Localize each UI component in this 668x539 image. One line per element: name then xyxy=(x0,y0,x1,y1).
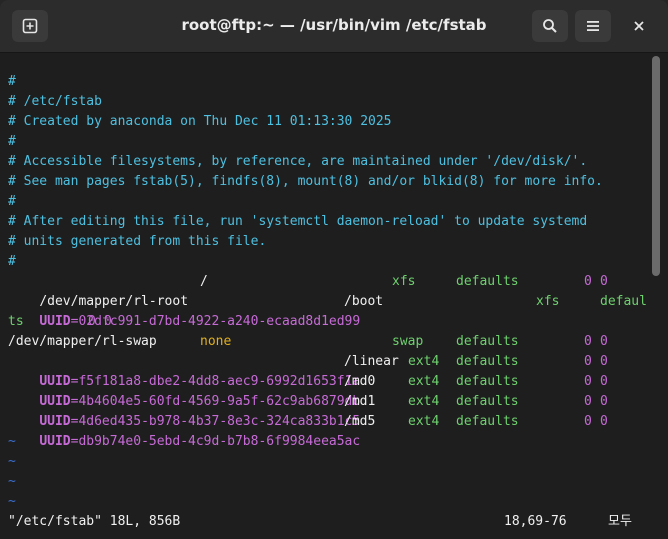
uuid-key: UUID xyxy=(39,314,71,329)
mount-options: defaults xyxy=(456,374,519,389)
dump-field: 0 xyxy=(584,274,592,289)
pass-field: 0 xyxy=(600,334,608,349)
comment-line: # xyxy=(8,74,16,89)
mount-options: defaul xyxy=(600,294,647,309)
mount-options: defaults xyxy=(456,354,519,369)
fstab-entry: UUID=f5f181a8-dbe2-4dd8-aec9-6992d1653f1… xyxy=(8,352,360,389)
mount-options: defaults xyxy=(456,334,519,349)
uuid-value: =02dfc991-d7bd-4922-a240-ecaad8d1ed99 xyxy=(70,314,361,329)
fstab-entry: UUID=02dfc991-d7bd-4922-a240-ecaad8d1ed9… xyxy=(8,292,360,329)
status-scroll-position: 모두 xyxy=(608,514,632,529)
mount-point: /linear xyxy=(344,354,399,369)
titlebar: root@ftp:~ — /usr/bin/vim /etc/fstab xyxy=(0,0,668,53)
comment-line: # Accessible filesystems, by reference, … xyxy=(8,154,588,169)
dump-field: 0 xyxy=(584,394,592,409)
uuid-value: =db9b74e0-5ebd-4c9d-b7b8-6f9984eea5ac xyxy=(70,434,361,449)
dump-field: 0 xyxy=(584,354,592,369)
fs-type: swap xyxy=(392,334,424,349)
fs-type: xfs xyxy=(392,274,416,289)
dump-field: 0 xyxy=(584,414,592,429)
comment-line: # /etc/fstab xyxy=(8,94,102,109)
comment-line: # Created by anaconda on Thu Dec 11 01:1… xyxy=(8,114,392,129)
pass-field: 0 xyxy=(600,414,608,429)
mount-options: defaults xyxy=(456,274,519,289)
fs-type: ext4 xyxy=(408,354,440,369)
pass-field: 0 xyxy=(600,354,608,369)
device-path: /dev/mapper/rl-swap xyxy=(8,334,157,349)
pass-field: 0 xyxy=(600,274,608,289)
comment-line: # xyxy=(8,194,16,209)
hamburger-menu-icon xyxy=(587,21,599,31)
fs-type: ext4 xyxy=(408,414,440,429)
comment-line: # See man pages fstab(5), findfs(8), mou… xyxy=(8,174,603,189)
dump-field: 0 xyxy=(584,334,592,349)
menu-button[interactable] xyxy=(575,10,611,42)
empty-line-marker: ~ xyxy=(8,494,16,509)
comment-line: # units generated from this file. xyxy=(8,234,267,249)
close-icon xyxy=(634,21,644,31)
comment-line: # xyxy=(8,254,16,269)
mount-point: /boot xyxy=(344,294,384,309)
fstab-entry: UUID=4d6ed435-b978-4b37-8e3c-324ca833b1c… xyxy=(8,392,360,429)
empty-line-marker: ~ xyxy=(8,474,16,489)
status-cursor-position: 18,69-76 xyxy=(504,514,567,529)
uuid-key: UUID xyxy=(39,434,71,449)
fstab-entry: /dev/mapper/rl-root xyxy=(8,272,188,309)
status-file-info: "/etc/fstab" 18L, 856B xyxy=(8,514,181,529)
mount-options: defaults xyxy=(456,414,519,429)
search-icon xyxy=(543,19,557,33)
comment-line: # After editing this file, run 'systemct… xyxy=(8,214,588,229)
fs-type: ext4 xyxy=(408,374,440,389)
mount-point: /md5 xyxy=(344,414,376,429)
terminal-window: root@ftp:~ — /usr/bin/vim /etc/fstab # #… xyxy=(0,0,668,539)
fs-type: xfs xyxy=(536,294,560,309)
mount-options-wrap: ts xyxy=(8,314,24,329)
mount-point: /md0 xyxy=(344,374,376,389)
comment-line: # xyxy=(8,134,16,149)
empty-line-marker: ~ xyxy=(8,434,16,449)
mount-options: defaults xyxy=(456,394,519,409)
fs-type: ext4 xyxy=(408,394,440,409)
pass-field: 0 xyxy=(104,314,112,329)
dump-field: 0 xyxy=(584,374,592,389)
dump-field: 0 xyxy=(88,314,96,329)
close-button[interactable] xyxy=(624,12,654,40)
fstab-entry: UUID=db9b74e0-5ebd-4c9d-b7b8-6f9984eea5a… xyxy=(8,412,360,449)
scrollbar[interactable] xyxy=(652,56,660,276)
empty-line-marker: ~ xyxy=(8,454,16,469)
search-button[interactable] xyxy=(532,10,568,42)
mount-point: / xyxy=(200,274,208,289)
mount-point: /md1 xyxy=(344,394,376,409)
pass-field: 0 xyxy=(600,374,608,389)
fstab-entry: UUID=4b4604e5-60fd-4569-9a5f-62c9ab6879d… xyxy=(8,372,360,409)
pass-field: 0 xyxy=(600,394,608,409)
mount-point: none xyxy=(200,334,232,349)
